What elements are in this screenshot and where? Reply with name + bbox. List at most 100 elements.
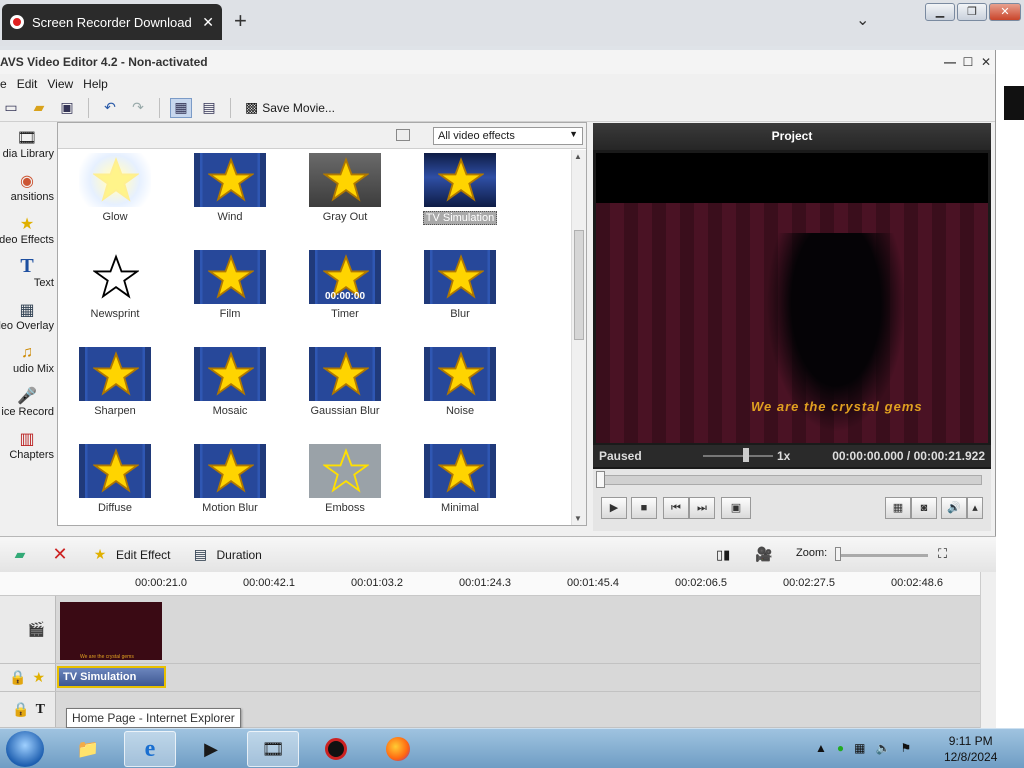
status-green-icon[interactable]: ●	[837, 741, 844, 755]
sidebar-item-video-effects[interactable]: ★ deo Effects	[0, 208, 56, 251]
timeline-scrollbar[interactable]	[980, 572, 996, 728]
effects-filter-select[interactable]: All video effects ▼	[433, 127, 583, 145]
play-button[interactable]: ▶	[601, 497, 627, 519]
next-frame-button[interactable]: ⏭	[689, 497, 715, 519]
sidebar-item-video-overlay[interactable]: ▦ deo Overlay	[0, 294, 56, 337]
new-project-icon[interactable]: ▭	[0, 98, 22, 118]
start-button[interactable]	[6, 731, 44, 767]
main-toolbar: ▭ ▰ ▣ ↶ ↷ ▦ ▤ ▩ Save Movie...	[0, 94, 995, 122]
sidebar-item-audio-mix[interactable]: ♫ udio Mix	[0, 337, 56, 380]
split-icon[interactable]: ▯▮	[716, 547, 730, 563]
redo-icon[interactable]: ↷	[127, 98, 149, 118]
effect-blur[interactable]: Blur	[410, 250, 510, 340]
effect-emboss[interactable]: Emboss	[295, 444, 395, 525]
taskbar-clock[interactable]: 9:11 PM 12/8/2024	[944, 733, 997, 765]
tab-list-chevron-icon[interactable]: ⌄	[856, 10, 869, 30]
effect-gaussian-blur[interactable]: Gaussian Blur	[295, 347, 395, 437]
network-icon[interactable]: ▦	[854, 741, 865, 755]
volume-button[interactable]: 🔊	[941, 497, 967, 519]
effect-tv-simulation[interactable]: TV Simulation	[410, 153, 510, 243]
volume-menu-chevron-icon[interactable]: ▴	[967, 497, 983, 519]
seek-handle[interactable]	[596, 471, 605, 488]
sidebar-item-media-library[interactable]: 🎞 dia Library	[0, 122, 56, 165]
volume-muted-icon[interactable]: 🔈	[875, 741, 890, 755]
screen-mode-button[interactable]: ▦	[885, 497, 911, 519]
effect-noise[interactable]: Noise	[410, 347, 510, 437]
effect-mosaic[interactable]: Mosaic	[180, 347, 280, 437]
stop-button[interactable]: ■	[631, 497, 657, 519]
zoom-slider-handle[interactable]	[835, 547, 841, 561]
aspect-16-9-icon[interactable]: ▤	[198, 98, 220, 118]
browser-tab[interactable]: Screen Recorder Download - Be ✕	[2, 4, 222, 40]
effect-glow[interactable]: Glow	[65, 153, 165, 243]
menu-view[interactable]: View	[47, 77, 73, 91]
speed-slider-handle[interactable]	[743, 448, 749, 462]
zoom-slider-track[interactable]	[836, 554, 928, 557]
snapshot-camera-button[interactable]: ◙	[911, 497, 937, 519]
video-clip[interactable]: We are the crystal gems	[58, 600, 164, 662]
effect-clip-tv-simulation[interactable]: TV Simulation	[57, 666, 166, 688]
screen-recorder-taskbar-icon[interactable]	[310, 731, 362, 767]
effect-timer[interactable]: 00:00:00 Timer	[295, 250, 395, 340]
save-movie-button[interactable]: ▩ Save Movie...	[241, 99, 339, 116]
lock-icon[interactable]: 🔒	[9, 669, 26, 686]
browser-maximize-button[interactable]: ❐	[957, 3, 987, 21]
text-icon: T	[35, 701, 45, 717]
browser-close-button[interactable]: ✕	[989, 3, 1021, 21]
effect-diffuse[interactable]: Diffuse	[65, 444, 165, 525]
app-minimize-button[interactable]: —	[941, 55, 959, 69]
zoom-label: Zoom:	[796, 547, 828, 559]
effect-film[interactable]: Film	[180, 250, 280, 340]
previous-frame-button[interactable]: ⏮	[663, 497, 689, 519]
avs-video-editor-taskbar-icon[interactable]: 🎞	[247, 731, 299, 767]
explorer-taskbar-icon[interactable]: 📁	[62, 731, 114, 767]
edit-effect-button[interactable]: ★ Edit Effect	[80, 546, 180, 564]
background-window-edge	[996, 50, 1024, 730]
scroll-up-icon[interactable]: ▲	[574, 152, 582, 161]
new-tab-button[interactable]: +	[234, 8, 247, 34]
effect-gray-out[interactable]: Gray Out	[295, 153, 395, 243]
fit-to-window-icon[interactable]: ⛶	[938, 546, 947, 562]
view-mode-icon[interactable]	[396, 129, 410, 141]
lock-icon[interactable]: 🔒	[12, 701, 29, 718]
voice-over-icon[interactable]: 🎥	[755, 546, 772, 563]
undo-icon[interactable]: ↶	[99, 98, 121, 118]
effects-scrollbar[interactable]: ▲ ▼	[571, 150, 586, 525]
open-folder-icon[interactable]: ▰	[28, 98, 50, 118]
sidebar-item-text[interactable]: T Text	[0, 251, 56, 294]
timeline-ruler[interactable]: 00:00:21.0 00:00:42.1 00:01:03.2 00:01:24.3…	[0, 572, 980, 596]
media-player-taskbar-icon[interactable]: ▶	[185, 731, 237, 767]
menu-help[interactable]: Help	[83, 77, 108, 91]
firefox-taskbar-icon[interactable]	[372, 731, 424, 767]
save-icon[interactable]: ▣	[56, 98, 78, 118]
effect-label: Wind	[217, 211, 243, 223]
scroll-down-icon[interactable]: ▼	[574, 514, 582, 523]
internet-explorer-taskbar-icon[interactable]: e	[124, 731, 176, 767]
sidebar-item-chapters[interactable]: ▥ Chapters	[0, 423, 56, 466]
timeline-mode-button[interactable]: ▰	[0, 546, 40, 564]
effect-minimal[interactable]: Minimal	[410, 444, 510, 525]
action-center-flag-icon[interactable]: ⚑	[900, 741, 911, 755]
taskbar-tooltip: Home Page - Internet Explorer	[66, 708, 241, 728]
effect-newsprint[interactable]: Newsprint	[65, 250, 165, 340]
effect-sharpen[interactable]: Sharpen	[65, 347, 165, 437]
edit-effect-label: Edit Effect	[116, 547, 171, 562]
app-maximize-button[interactable]: ☐	[959, 55, 977, 69]
effect-motion-blur[interactable]: Motion Blur	[180, 444, 280, 525]
fullscreen-preview-button[interactable]: ▣	[721, 497, 751, 519]
aspect-4-3-icon[interactable]: ▦	[170, 97, 192, 118]
sidebar-item-voice-record[interactable]: 🎤 ice Record	[0, 380, 56, 423]
delete-button[interactable]: ✕	[40, 544, 80, 564]
tab-close-icon[interactable]: ✕	[202, 14, 214, 31]
effects-scroll-thumb[interactable]	[574, 230, 584, 340]
menu-edit[interactable]: Edit	[17, 77, 38, 91]
menu-file[interactable]: e	[0, 77, 7, 91]
browser-minimize-button[interactable]: ▁	[925, 3, 955, 21]
speed-slider-track[interactable]	[703, 455, 773, 457]
effect-wind[interactable]: Wind	[180, 153, 280, 243]
sidebar-item-transitions[interactable]: ◉ ansitions	[0, 165, 56, 208]
show-hidden-icons-icon[interactable]: ▲	[815, 741, 827, 755]
app-close-button[interactable]: ✕	[977, 55, 995, 69]
duration-button[interactable]: ▤ Duration	[180, 546, 271, 564]
seek-bar[interactable]	[600, 475, 982, 485]
